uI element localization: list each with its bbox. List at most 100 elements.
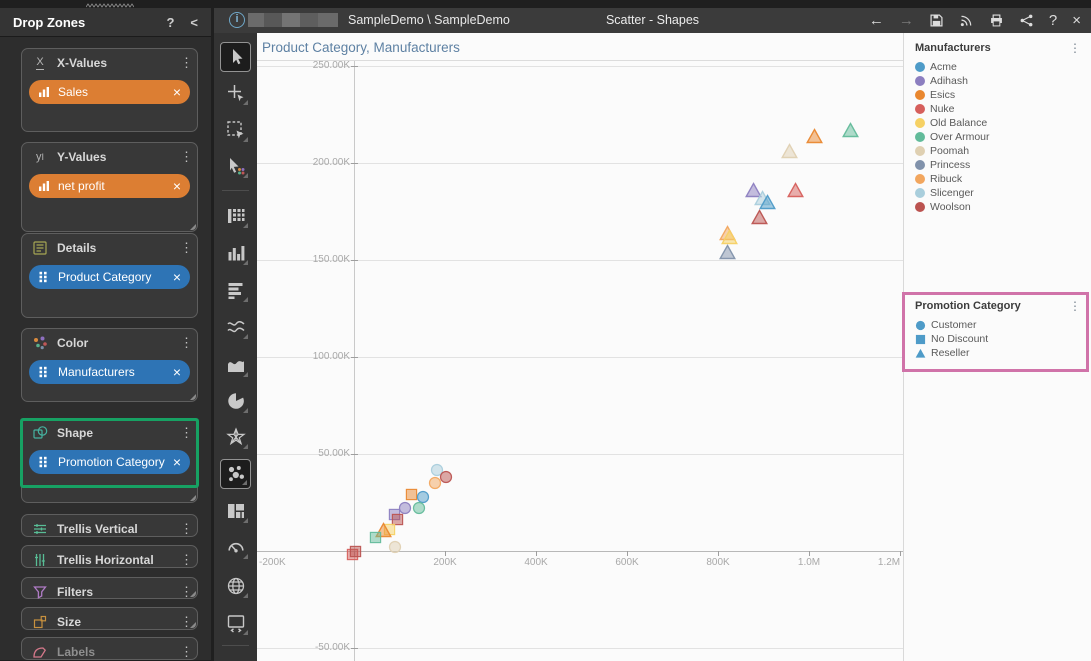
legend-item[interactable]: Slicenger bbox=[915, 186, 1085, 200]
dimension-field-icon bbox=[38, 366, 50, 378]
back-icon[interactable]: ← bbox=[869, 13, 884, 28]
legend-color-swatch bbox=[915, 76, 925, 86]
zone-menu-icon[interactable]: ⋮ bbox=[180, 150, 193, 163]
scatter-point[interactable] bbox=[781, 143, 799, 159]
scatter-point[interactable] bbox=[842, 122, 860, 138]
legend-item[interactable]: Customer bbox=[915, 318, 1085, 332]
area-chart-visual[interactable] bbox=[220, 350, 251, 380]
legend-item[interactable]: Poomah bbox=[915, 144, 1085, 158]
scatter-point[interactable] bbox=[787, 182, 805, 198]
legend-item[interactable]: Ribuck bbox=[915, 172, 1085, 186]
bar-chart-visual[interactable] bbox=[220, 275, 251, 305]
remove-field-icon[interactable]: × bbox=[173, 179, 181, 193]
y-tick-label: 150.00K bbox=[312, 254, 350, 265]
zone-menu-icon[interactable]: ⋮ bbox=[180, 426, 193, 439]
share-icon[interactable] bbox=[1019, 13, 1034, 28]
treemap-visual[interactable] bbox=[220, 496, 251, 526]
legend-item[interactable]: No Discount bbox=[915, 332, 1085, 346]
scatter-point[interactable] bbox=[758, 193, 776, 210]
redacted-text bbox=[248, 13, 338, 27]
help-icon[interactable]: ? bbox=[166, 15, 174, 30]
pointer-tool[interactable] bbox=[220, 42, 251, 72]
legend-item[interactable]: Woolson bbox=[915, 200, 1085, 214]
scatter-chart-visual[interactable] bbox=[220, 459, 251, 489]
legend-group-title: Manufacturers bbox=[915, 42, 991, 54]
remove-field-icon[interactable]: × bbox=[173, 365, 181, 379]
scatter-point[interactable] bbox=[721, 228, 739, 245]
radar-chart-visual[interactable] bbox=[220, 422, 251, 452]
legend-menu-icon[interactable]: ⋮ bbox=[1069, 42, 1085, 54]
legend-item[interactable]: Esics bbox=[915, 88, 1085, 102]
field-pill-measure[interactable]: net profit × bbox=[29, 174, 190, 198]
field-pill-dimension[interactable]: Manufacturers × bbox=[29, 360, 190, 384]
zone-menu-icon[interactable]: ⋮ bbox=[180, 615, 193, 628]
x-tick-label: 400K bbox=[524, 557, 548, 568]
scatter-point[interactable] bbox=[805, 127, 823, 144]
zone-menu-icon[interactable]: ⋮ bbox=[180, 585, 193, 598]
legend-item[interactable]: Acme bbox=[915, 60, 1085, 74]
remove-field-icon[interactable]: × bbox=[173, 270, 181, 284]
legend-color-swatch bbox=[915, 104, 925, 114]
drop-zone-trellis-vertical: Trellis Vertical ⋮ bbox=[21, 514, 198, 537]
legend-item[interactable]: Princess bbox=[915, 158, 1085, 172]
legend-color-swatch bbox=[915, 118, 925, 128]
zone-menu-icon[interactable]: ⋮ bbox=[180, 56, 193, 69]
legend-item-label: Woolson bbox=[930, 201, 971, 213]
zone-menu-icon[interactable]: ⋮ bbox=[180, 522, 193, 535]
broadcast-icon[interactable] bbox=[959, 13, 974, 28]
scatter-point[interactable] bbox=[718, 244, 736, 260]
drop-zone-details: Details ⋮ Product Category × bbox=[21, 233, 198, 318]
zone-menu-icon[interactable]: ⋮ bbox=[180, 241, 193, 254]
zone-menu-icon[interactable]: ⋮ bbox=[180, 645, 193, 658]
shape-icon bbox=[31, 425, 49, 441]
zone-menu-icon[interactable]: ⋮ bbox=[180, 553, 193, 566]
marquee-select-tool[interactable] bbox=[220, 115, 251, 145]
grid-visual[interactable] bbox=[220, 201, 251, 231]
legend-item-label: Princess bbox=[930, 159, 971, 171]
scatter-point[interactable] bbox=[349, 545, 362, 558]
map-visual[interactable] bbox=[220, 571, 251, 601]
point-select-tool[interactable] bbox=[220, 151, 251, 181]
legend-item-label: Acme bbox=[930, 61, 957, 73]
x-tick bbox=[900, 551, 901, 556]
gauge-visual[interactable] bbox=[220, 532, 251, 562]
drop-zone-y-values: yI Y-Values ⋮ net profit × bbox=[21, 142, 198, 232]
zone-menu-icon[interactable]: ⋮ bbox=[180, 336, 193, 349]
drop-zone-label: Size bbox=[57, 615, 82, 629]
drop-zone-size: Size ⋮ bbox=[21, 607, 198, 630]
line-chart-visual[interactable] bbox=[220, 312, 251, 342]
field-pill-measure[interactable]: Sales × bbox=[29, 80, 190, 104]
legend-square-icon bbox=[915, 334, 926, 345]
drop-zone-header-size: Size ⋮ bbox=[22, 610, 197, 634]
help-icon[interactable]: ? bbox=[1049, 13, 1057, 28]
column-chart-visual[interactable] bbox=[220, 238, 251, 268]
crosshair-tool[interactable] bbox=[220, 78, 251, 108]
save-icon[interactable] bbox=[929, 13, 944, 28]
info-icon[interactable]: i bbox=[229, 12, 245, 28]
remove-field-icon[interactable]: × bbox=[173, 455, 181, 469]
print-icon[interactable] bbox=[989, 13, 1004, 28]
legend-item[interactable]: Adihash bbox=[915, 74, 1085, 88]
legend-item[interactable]: Reseller bbox=[915, 346, 1085, 360]
scatter-point[interactable] bbox=[369, 531, 382, 544]
field-pill-dimension[interactable]: Promotion Category × bbox=[29, 450, 190, 474]
remove-field-icon[interactable]: × bbox=[173, 85, 181, 99]
pie-chart-visual[interactable] bbox=[220, 386, 251, 416]
close-icon[interactable]: × bbox=[1072, 13, 1081, 28]
scatter-point[interactable] bbox=[428, 476, 442, 490]
y-tick bbox=[351, 648, 358, 649]
drop-zone-header-trellis-horizontal: Trellis Horizontal ⋮ bbox=[22, 548, 197, 572]
image-visual[interactable] bbox=[220, 608, 251, 638]
legend-menu-icon[interactable]: ⋮ bbox=[1069, 300, 1085, 312]
drop-zones-title: Drop Zones bbox=[13, 14, 86, 30]
legend-item[interactable]: Old Balance bbox=[915, 116, 1085, 130]
scatter-point[interactable] bbox=[751, 209, 769, 225]
legend-item[interactable]: Nuke bbox=[915, 102, 1085, 116]
color-dots-icon bbox=[31, 335, 49, 351]
collapse-panel-icon[interactable]: < bbox=[190, 15, 198, 30]
legend-item[interactable]: Over Armour bbox=[915, 130, 1085, 144]
toolbar-divider bbox=[222, 645, 249, 646]
field-pill-dimension[interactable]: Product Category × bbox=[29, 265, 190, 289]
scatter-point[interactable] bbox=[388, 540, 402, 554]
scatter-point[interactable] bbox=[412, 501, 426, 515]
